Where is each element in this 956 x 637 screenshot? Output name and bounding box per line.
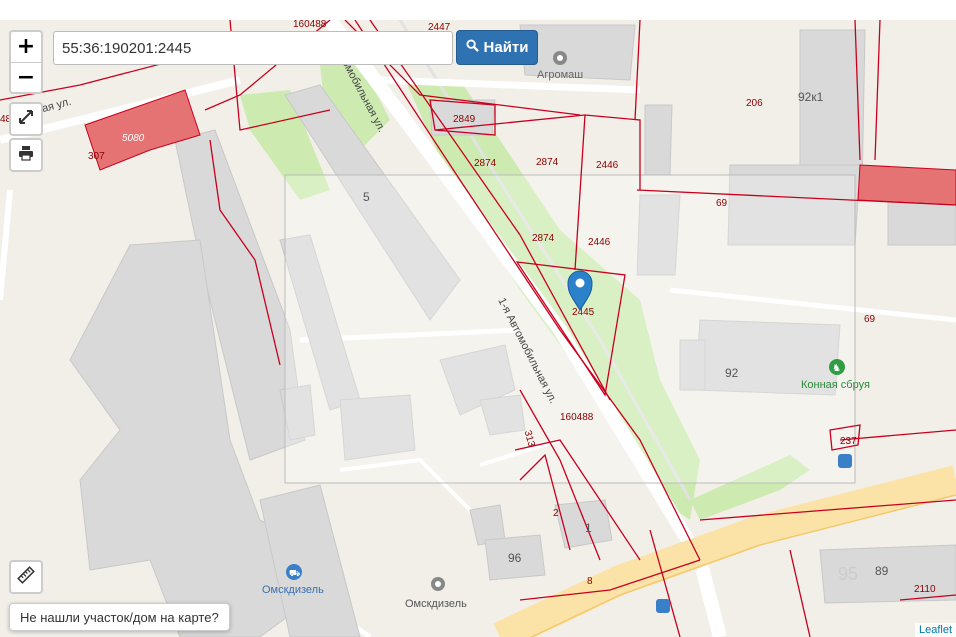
parcel-label: 237 [840,436,857,447]
building-number: 95 [838,564,858,584]
building-number: 89 [875,564,889,578]
map[interactable]: 160488 2447 2849 2874 2874 2874 2446 244… [0,20,956,637]
not-found-button[interactable]: Не нашли участок/дом на карте? [9,603,230,631]
zoom-control: + − [9,30,43,94]
building-number: 96 [508,551,522,565]
car-service-icon: ⛟ [286,564,302,580]
search-button-label: Найти [483,39,529,56]
poi-agromash-icon [553,51,567,65]
search-button[interactable]: Найти [456,30,538,65]
parcel-label: 2874 [532,233,555,244]
poi-label: Омскдизель [405,598,467,610]
poi-label: Агромаш [537,69,583,81]
building-number: 92к1 [798,90,824,104]
parcel-label: 2874 [474,158,497,169]
fullscreen-button[interactable] [9,102,43,136]
parcel-label: 2445 [572,307,595,318]
poi-label: Омскдизель [262,584,324,596]
top-bar [0,0,956,20]
zoom-in-button[interactable]: + [11,32,41,62]
svg-text:♞: ♞ [832,363,841,374]
poi-omskdizel-icon [431,577,445,591]
building-number: 92 [725,366,739,380]
parcel-label: 160488 [560,412,594,423]
poi-label: Конная сбруя [801,379,870,391]
building-number: 1 [585,521,592,535]
parcel-label: 2446 [596,160,619,171]
parcel-label: 307 [88,151,105,162]
parcel-label: 206 [746,98,763,109]
printer-icon [18,145,34,166]
search-input[interactable] [53,31,453,65]
zoom-out-button[interactable]: − [11,62,41,93]
building-number: 5 [363,190,370,204]
parcel-label: 69 [716,198,728,209]
parcel-label: 8 [587,576,593,587]
svg-text:⛟: ⛟ [289,569,300,579]
parcel-label: 2849 [453,114,476,125]
horse-icon: ♞ [829,359,845,375]
ruler-icon [17,565,35,589]
expand-icon [18,109,34,130]
parcel-label: 160488 [293,20,327,30]
search-icon [465,39,479,56]
parcel-label: 2874 [536,157,559,168]
print-button[interactable] [9,138,43,172]
parcel-label: 2446 [588,237,611,248]
parcel-label: 2 [553,508,559,519]
parcel-label: 2110 [914,584,936,595]
measure-button[interactable] [9,560,43,594]
parcel-label: 69 [864,314,876,325]
parcel-label: 5080 [122,133,145,144]
attribution-link[interactable]: Leaflet [914,623,956,637]
